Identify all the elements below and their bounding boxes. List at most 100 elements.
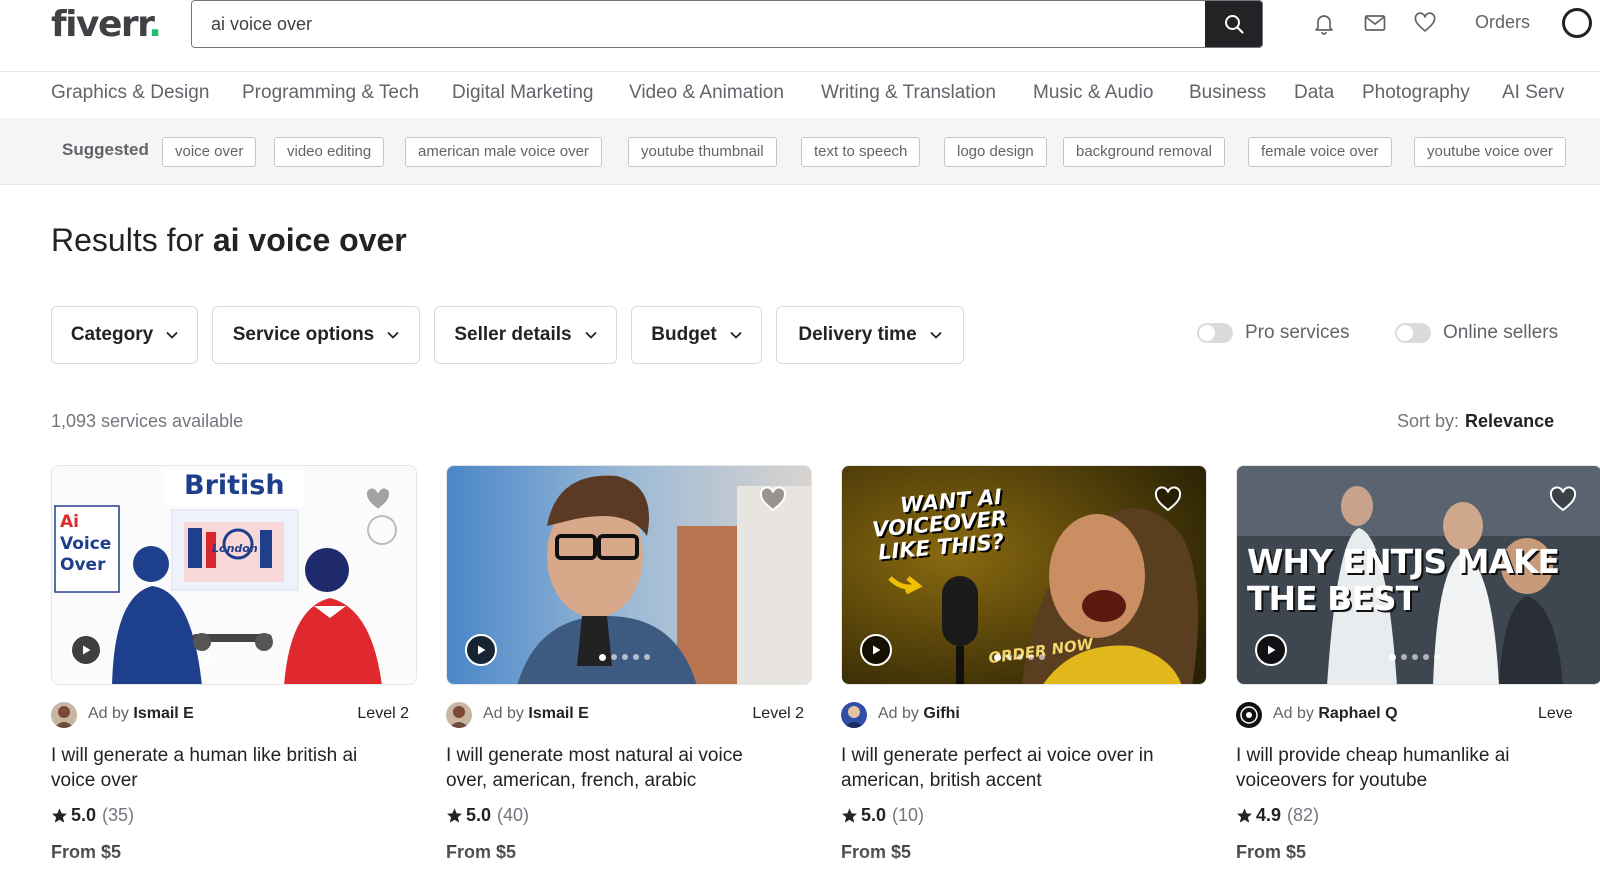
filter-seller-details[interactable]: Seller details (434, 306, 617, 364)
filter-category[interactable]: Category (51, 306, 198, 364)
gig-title[interactable]: I will generate perfect ai voice over in… (841, 743, 1181, 793)
suggested-chip[interactable]: video editing (274, 137, 385, 167)
gig-title[interactable]: I will provide cheap humanlike ai voiceo… (1236, 743, 1576, 793)
seller-row: Ad by Ismail E Level 2 (51, 702, 417, 728)
suggested-chip[interactable]: background removal (1063, 137, 1225, 167)
suggested-chip[interactable]: american male voice over (405, 137, 602, 167)
gig-title[interactable]: I will generate a human like british ai … (51, 743, 391, 793)
image-text: Over (60, 555, 106, 575)
gig-price: From $5 (51, 842, 122, 862)
seller-info: Ad by Ismail E (88, 705, 194, 722)
gig-thumbnail[interactable] (446, 465, 812, 685)
heart-icon[interactable] (1413, 11, 1437, 35)
seller-name[interactable]: Raphael Q (1318, 705, 1397, 722)
seller-avatar[interactable] (446, 702, 472, 728)
seller-info: Ad by Gifhi (878, 705, 960, 722)
image-text: Ai (60, 512, 79, 532)
carousel-dots[interactable] (994, 654, 1045, 661)
play-icon (83, 645, 91, 655)
category-data[interactable]: Data (1294, 82, 1334, 104)
image-text: WHY ENTJS MAKE (1247, 542, 1560, 581)
seller-avatar[interactable] (51, 702, 77, 728)
chevron-down-icon (930, 331, 942, 339)
seller-row: Ad by Gifhi (841, 702, 1207, 728)
gig-price: From $5 (1236, 842, 1307, 862)
suggested-chip[interactable]: logo design (944, 137, 1047, 167)
search-input[interactable] (192, 1, 1206, 47)
seller-name[interactable]: Gifhi (923, 705, 959, 722)
gig-rating: 5.0 (35) (51, 805, 134, 826)
pro-services-label: Pro services (1245, 322, 1350, 343)
sort-value[interactable]: Relevance (1465, 411, 1554, 431)
gig-thumbnail[interactable]: WANT AI VOICEOVER LIKE THIS? ORDER NOW (841, 465, 1207, 685)
pro-services-toggle-wrap: Pro services (1197, 322, 1350, 344)
gig-card[interactable]: Ad by Ismail E Level 2 I will generate m… (446, 465, 812, 888)
favorite-heart-icon[interactable] (759, 486, 787, 512)
chevron-down-icon (387, 331, 399, 339)
seller-name[interactable]: Ismail E (528, 705, 588, 722)
seller-row: Ad by Raphael Q Leve (1236, 702, 1600, 728)
suggested-chip[interactable]: text to speech (801, 137, 921, 167)
search-button[interactable] (1205, 1, 1262, 47)
orders-link[interactable]: Orders (1475, 12, 1530, 33)
favorite-heart-icon[interactable] (1154, 486, 1182, 512)
star-icon (447, 808, 462, 823)
category-business[interactable]: Business (1189, 82, 1266, 104)
suggested-label: Suggested (62, 140, 149, 159)
play-video-button[interactable] (860, 634, 892, 666)
play-video-button[interactable] (465, 634, 497, 666)
seller-row: Ad by Ismail E Level 2 (446, 702, 812, 728)
star-icon (842, 808, 857, 823)
gig-card[interactable]: WHY ENTJS MAKE THE BEST Ad by Raphael Q … (1236, 465, 1600, 888)
category-programming-tech[interactable]: Programming & Tech (242, 82, 419, 104)
search-bar (191, 0, 1263, 48)
user-avatar[interactable] (1562, 8, 1592, 38)
play-icon (1268, 645, 1276, 655)
gig-thumbnail[interactable]: British Ai Voice Over London (51, 465, 417, 685)
filter-delivery-time[interactable]: Delivery time (776, 306, 964, 364)
play-icon (478, 645, 486, 655)
play-video-button[interactable] (1255, 634, 1287, 666)
category-nav: Graphics & Design Programming & Tech Dig… (0, 72, 1600, 119)
seller-avatar[interactable] (1236, 702, 1262, 728)
sort-control[interactable]: Sort by: Relevance (1397, 411, 1554, 432)
gig-title[interactable]: I will generate most natural ai voice ov… (446, 743, 786, 793)
favorite-heart-icon[interactable] (364, 486, 392, 512)
image-text: THE BEST (1247, 579, 1418, 618)
play-icon (873, 645, 881, 655)
carousel-dots[interactable] (204, 654, 255, 661)
carousel-dots[interactable] (1389, 654, 1440, 661)
carousel-dots[interactable] (599, 654, 650, 661)
gig-thumbnail[interactable]: WHY ENTJS MAKE THE BEST (1236, 465, 1600, 685)
star-icon (1237, 808, 1252, 823)
category-writing-translation[interactable]: Writing & Translation (821, 82, 996, 104)
category-ai-services[interactable]: AI Serv (1502, 82, 1564, 104)
category-graphics-design[interactable]: Graphics & Design (51, 82, 209, 104)
gig-card[interactable]: British Ai Voice Over London Ad by Ismai… (51, 465, 417, 888)
seller-level: Level 2 (357, 705, 409, 722)
mail-icon[interactable] (1363, 11, 1387, 35)
gig-card[interactable]: WANT AI VOICEOVER LIKE THIS? ORDER NOW A… (841, 465, 1207, 888)
category-music-audio[interactable]: Music & Audio (1033, 82, 1153, 104)
category-video-animation[interactable]: Video & Animation (629, 82, 784, 104)
gig-photo (447, 466, 811, 684)
online-sellers-toggle[interactable] (1395, 323, 1431, 343)
fiverr-logo[interactable]: fiverr. (51, 4, 162, 45)
suggested-chip[interactable]: youtube thumbnail (628, 137, 777, 167)
online-sellers-label: Online sellers (1443, 322, 1559, 343)
category-digital-marketing[interactable]: Digital Marketing (452, 82, 594, 104)
chevron-down-icon (166, 331, 178, 339)
pro-services-toggle[interactable] (1197, 323, 1233, 343)
seller-name[interactable]: Ismail E (133, 705, 193, 722)
favorite-heart-icon[interactable] (1549, 486, 1577, 512)
seller-avatar[interactable] (841, 702, 867, 728)
filter-service-options[interactable]: Service options (212, 306, 420, 364)
suggested-chip[interactable]: female voice over (1248, 137, 1392, 167)
suggested-chip[interactable]: voice over (162, 137, 257, 167)
category-photography[interactable]: Photography (1362, 82, 1470, 104)
play-video-button[interactable] (70, 634, 102, 666)
filter-budget[interactable]: Budget (631, 306, 762, 364)
seller-info: Ad by Ismail E (483, 705, 589, 722)
bell-icon[interactable] (1312, 11, 1336, 35)
suggested-chip[interactable]: youtube voice over (1414, 137, 1566, 167)
